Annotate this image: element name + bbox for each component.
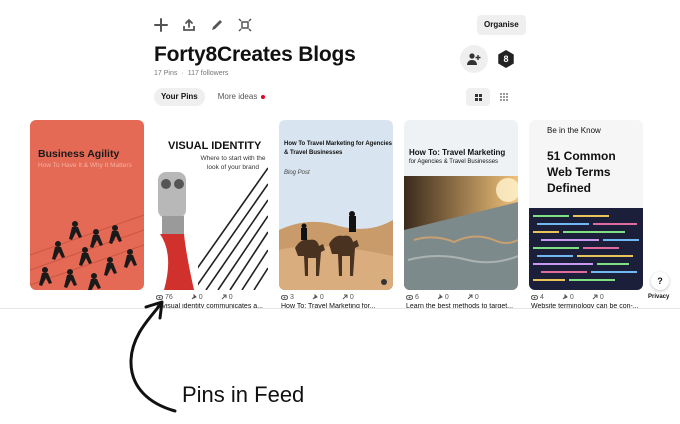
board-tabs: Your Pins More ideas: [154, 88, 272, 106]
saves-stat: 6: [406, 294, 419, 301]
meta-separator: ·: [181, 70, 184, 77]
repins-stat: 0: [562, 294, 574, 301]
pin-image[interactable]: Be in the Know 51 Common Web Terms Defin…: [529, 120, 643, 290]
pin-image-subtitle: for Agencies & Travel Businesses: [409, 159, 499, 165]
annotation-area: [0, 308, 680, 424]
board-toolbar: [150, 14, 256, 36]
add-person-icon: [467, 53, 481, 65]
saves-count: 4: [540, 293, 544, 301]
clicks-count: 0: [349, 293, 354, 301]
arrow-icon: [221, 294, 227, 300]
pin-stats: 6 0 0: [404, 292, 518, 302]
pin-image-title: VISUAL IDENTITY: [168, 140, 262, 152]
pin-icon: [312, 294, 318, 300]
eye-icon: [281, 294, 288, 300]
arrow-icon: [342, 294, 348, 300]
tab-more-ideas-label: More ideas: [217, 92, 258, 101]
clicks-stat: 0: [221, 294, 233, 301]
pin-stats: 76 0 0: [154, 292, 268, 302]
pin-card[interactable]: How To Travel Marketing for Agencies & T…: [279, 120, 393, 310]
share-icon[interactable]: [178, 14, 200, 36]
map-sunset-illustration: [404, 176, 518, 290]
saves-count: 6: [415, 293, 419, 301]
pin-image[interactable]: How To Travel Marketing for Agencies & T…: [279, 120, 393, 290]
repins-count: 0: [198, 293, 203, 301]
wide-grid-icon: [474, 93, 482, 101]
view-toggle: [466, 88, 516, 106]
wide-grid-button[interactable]: [466, 88, 490, 106]
annotation-label: Pins in Feed: [182, 382, 305, 407]
clicks-stat: 0: [467, 294, 479, 301]
eye-icon: [406, 294, 413, 300]
repins-stat: 0: [191, 294, 203, 301]
eye-icon: [531, 294, 538, 300]
eye-icon: [156, 294, 163, 300]
saves-stat: 76: [156, 294, 173, 301]
pin-stats: 4 0 0: [529, 292, 643, 302]
clicks-count: 0: [599, 293, 604, 301]
plus-icon[interactable]: [150, 14, 172, 36]
pin-image-title: How To Travel Marketing for Agencies & T…: [284, 141, 393, 156]
board-title: Forty8Creates Blogs: [154, 43, 356, 66]
tab-your-pins[interactable]: Your Pins: [154, 88, 205, 106]
pin-card[interactable]: VISUAL IDENTITY Where to start with the …: [154, 120, 268, 310]
organise-button[interactable]: Organise: [477, 15, 526, 35]
pin-image[interactable]: VISUAL IDENTITY Where to start with the …: [154, 120, 268, 290]
repins-count: 0: [569, 293, 574, 301]
runners-illustration: [30, 214, 144, 290]
add-collaborator-button[interactable]: [460, 45, 488, 73]
pin-card[interactable]: Be in the Know 51 Common Web Terms Defin…: [529, 120, 643, 310]
clicks-count: 0: [474, 293, 479, 301]
followers-count[interactable]: 117 followers: [188, 70, 229, 77]
privacy-link[interactable]: Privacy: [648, 294, 669, 300]
repins-count: 0: [319, 293, 324, 301]
pin-image-subtitle: Where to start with the look of your bra…: [200, 155, 266, 171]
pins-count: 17 Pins: [154, 70, 178, 77]
arrow-icon: [592, 294, 598, 300]
code-screen-illustration: [529, 208, 643, 290]
saves-stat: 4: [531, 294, 544, 301]
repins-stat: 0: [312, 294, 324, 301]
pin-stats: 3 0 0: [279, 292, 393, 302]
repins-count: 0: [444, 293, 449, 301]
pin-card[interactable]: How To: Travel Marketing for Agencies & …: [404, 120, 518, 310]
pin-image[interactable]: Business Agility How To Have It & Why It…: [30, 120, 144, 290]
pin-image-subtitle: Blog Post: [284, 170, 310, 176]
notification-dot: [261, 95, 266, 99]
pin-card[interactable]: Business Agility How To Have It & Why It…: [30, 120, 144, 290]
pin-image-title: How To: Travel Marketing: [409, 148, 506, 157]
board-page: Organise Forty8Creates Blogs 17 Pins · 1…: [0, 0, 680, 310]
pin-icon: [437, 294, 443, 300]
edit-icon[interactable]: [206, 14, 228, 36]
avatar-letter: 8: [498, 50, 514, 68]
select-icon[interactable]: [234, 14, 256, 36]
pin-image[interactable]: How To: Travel Marketing for Agencies & …: [404, 120, 518, 290]
clicks-count: 0: [228, 293, 233, 301]
avatar[interactable]: 8: [495, 48, 517, 70]
saves-stat: 3: [281, 294, 294, 301]
repins-stat: 0: [437, 294, 449, 301]
clicks-stat: 0: [342, 294, 354, 301]
board-meta: 17 Pins · 117 followers: [154, 70, 228, 77]
pin-icon: [562, 294, 568, 300]
saves-count: 3: [290, 293, 294, 301]
help-button[interactable]: ?: [651, 272, 669, 290]
saves-count: 76: [165, 293, 173, 301]
dense-grid-icon: [500, 93, 508, 101]
pin-icon: [191, 294, 197, 300]
arrow-icon: [467, 294, 473, 300]
tab-more-ideas[interactable]: More ideas: [211, 88, 273, 106]
dense-grid-button[interactable]: [492, 88, 516, 106]
clicks-stat: 0: [592, 294, 604, 301]
